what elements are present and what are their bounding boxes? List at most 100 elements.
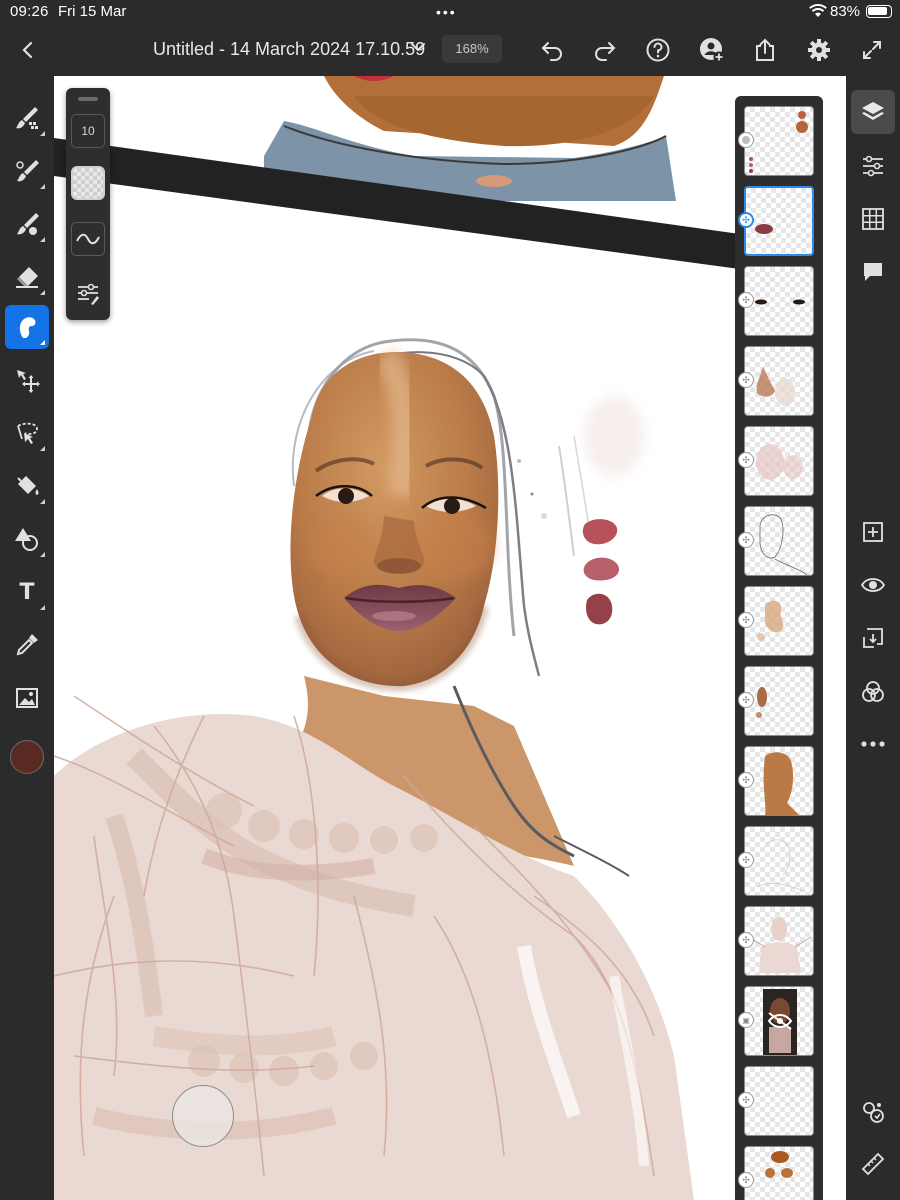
- layer-thumbnail-sketch[interactable]: [744, 506, 814, 576]
- layer-thumbnail-reference-photo[interactable]: [744, 986, 814, 1056]
- shape-icon: [15, 528, 38, 551]
- layer-drag-handle[interactable]: ✣: [738, 852, 754, 868]
- move-icon: [17, 370, 40, 393]
- panel-grip[interactable]: [78, 97, 98, 101]
- brush-settings-icon: [78, 283, 99, 305]
- fullscreen-button[interactable]: [856, 34, 888, 66]
- add-layer-button[interactable]: [851, 510, 895, 554]
- tool-mixer-brush[interactable]: [5, 202, 49, 246]
- layers-button[interactable]: [851, 90, 895, 134]
- multitasking-dots-icon[interactable]: •••: [436, 4, 457, 20]
- pixel-brush-icon: [16, 107, 38, 129]
- artwork: [54, 76, 754, 1200]
- layer-thumbnail-empty[interactable]: [744, 1066, 814, 1136]
- layer-preview: [756, 444, 803, 480]
- current-color-swatch[interactable]: [10, 740, 44, 774]
- layer-drag-handle[interactable]: ✣: [738, 1172, 754, 1188]
- tool-shape[interactable]: [5, 517, 49, 561]
- blend-modes-button[interactable]: [851, 670, 895, 714]
- touch-modifier-button[interactable]: [172, 1085, 234, 1147]
- touch-shortcut-button[interactable]: [851, 1090, 895, 1134]
- layer-thumbnail-eyes[interactable]: [744, 266, 814, 336]
- help-icon: [646, 38, 670, 62]
- app-window: 09:26 Fri 15 Mar ••• 83% Untitled - 14 M…: [0, 0, 900, 1200]
- merge-down-button[interactable]: [851, 616, 895, 660]
- tool-smudge[interactable]: [5, 305, 49, 349]
- canvas[interactable]: [54, 76, 846, 1200]
- share-button[interactable]: [749, 34, 781, 66]
- invite-icon: [700, 38, 725, 63]
- document-title[interactable]: Untitled - 14 March 2024 17.10.59: [153, 39, 425, 60]
- layer-thumbnail-swatches[interactable]: [744, 106, 814, 176]
- adjustments-button[interactable]: [851, 144, 895, 188]
- wifi-icon: [809, 4, 827, 17]
- chevron-down-icon[interactable]: [408, 37, 428, 57]
- layer-preview: [756, 839, 804, 892]
- layer-drag-handle[interactable]: ✣: [738, 532, 754, 548]
- tool-live-brush[interactable]: [5, 149, 49, 193]
- redo-button[interactable]: [589, 34, 621, 66]
- visibility-button[interactable]: [851, 563, 895, 607]
- eraser-icon: [16, 267, 38, 288]
- layer-preview: [755, 224, 773, 234]
- layer-thumbnail-ear[interactable]: [744, 666, 814, 736]
- smoothing-icon: [76, 233, 100, 245]
- tool-eyedropper[interactable]: [5, 623, 49, 667]
- brush-size-control[interactable]: 10: [71, 114, 105, 148]
- layer-preview: [765, 1151, 793, 1178]
- blend-modes-icon: [862, 681, 884, 702]
- more-icon: [861, 741, 885, 747]
- layer-thumbnail-nose[interactable]: [744, 346, 814, 416]
- tool-place-image[interactable]: [5, 676, 49, 720]
- tool-transform[interactable]: [5, 358, 49, 402]
- share-icon: [756, 38, 774, 61]
- layer-preview: [756, 367, 795, 406]
- eyedropper-icon: [16, 634, 38, 656]
- undo-icon: [541, 42, 562, 61]
- layer-thumbnail-skin-base[interactable]: [744, 746, 814, 816]
- layer-thumbnail-blush[interactable]: [744, 426, 814, 496]
- layer-thumbnail-colors[interactable]: [744, 1146, 814, 1200]
- layer-drag-handle[interactable]: ✣: [738, 372, 754, 388]
- settings-button[interactable]: [803, 34, 835, 66]
- settings-icon: [808, 39, 830, 61]
- layer-drag-handle[interactable]: ✣: [738, 932, 754, 948]
- layer-drag-handle[interactable]: ✣: [738, 292, 754, 308]
- undo-button[interactable]: [536, 34, 568, 66]
- layer-drag-handle[interactable]: ✣: [738, 452, 754, 468]
- layer-drag-handle[interactable]: ✣: [738, 612, 754, 628]
- layer-thumbnail-highlights[interactable]: [744, 586, 814, 656]
- tool-text[interactable]: T: [5, 570, 49, 614]
- layer-thumbnail-lips[interactable]: [744, 186, 814, 256]
- layer-drag-handle[interactable]: ✣: [738, 772, 754, 788]
- tool-pixel-brush[interactable]: [5, 96, 49, 140]
- layer-drag-handle[interactable]: ▣: [738, 1012, 754, 1028]
- paint-bucket-icon: [17, 476, 39, 495]
- layer-drag-handle[interactable]: ✣: [738, 212, 754, 228]
- opacity-icon[interactable]: [71, 166, 105, 200]
- layer-thumbnail-body-sketch[interactable]: [744, 906, 814, 976]
- layer-drag-handle[interactable]: ✣: [738, 1092, 754, 1108]
- brush-settings-button[interactable]: [71, 276, 105, 310]
- grid-icon: [862, 208, 884, 230]
- comments-button[interactable]: [851, 250, 895, 294]
- back-button[interactable]: [12, 34, 44, 66]
- more-button[interactable]: [851, 722, 895, 766]
- help-button[interactable]: [642, 34, 674, 66]
- ruler-button[interactable]: [851, 1142, 895, 1186]
- comment-icon: [864, 263, 882, 281]
- tool-eraser[interactable]: [5, 255, 49, 299]
- invite-button[interactable]: [696, 34, 728, 66]
- text-icon: T: [19, 579, 35, 605]
- layer-preview: [763, 989, 797, 1055]
- tool-selection[interactable]: [5, 411, 49, 455]
- layer-preview: [759, 514, 808, 575]
- grid-button[interactable]: [851, 197, 895, 241]
- tool-fill[interactable]: [5, 464, 49, 508]
- layer-drag-handle[interactable]: [738, 132, 754, 148]
- layer-thumbnail-line-sketch[interactable]: [744, 826, 814, 896]
- merge-down-icon: [863, 628, 883, 648]
- smoothing-button[interactable]: [71, 222, 105, 256]
- zoom-level[interactable]: 168%: [442, 35, 502, 63]
- layer-drag-handle[interactable]: ✣: [738, 692, 754, 708]
